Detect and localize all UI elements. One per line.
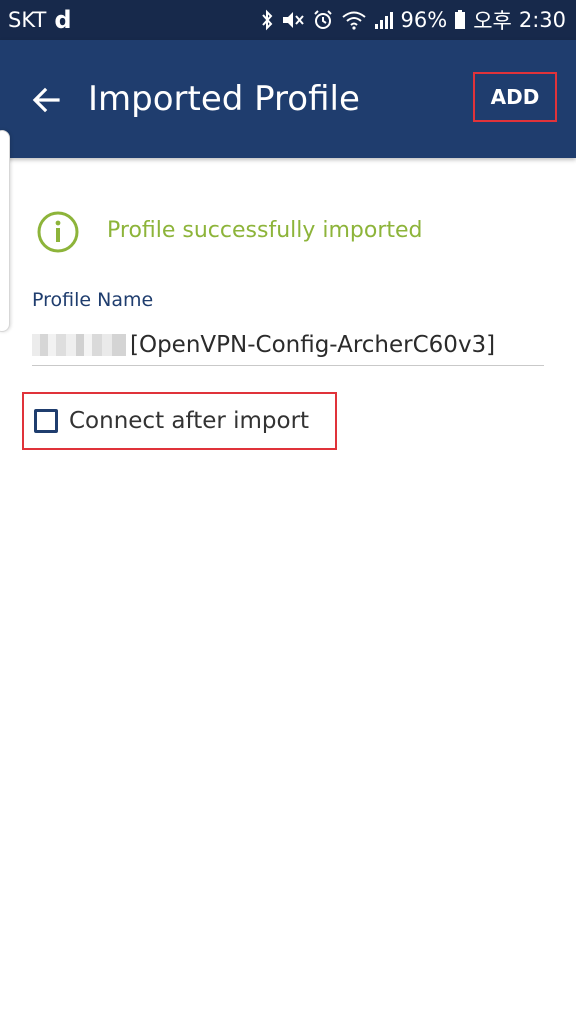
status-bar-right: 96% 오후 2:30 xyxy=(260,5,566,35)
signal-icon xyxy=(374,9,394,31)
bluetooth-icon xyxy=(260,9,274,31)
page-title: Imported Profile xyxy=(88,79,360,119)
mute-icon xyxy=(281,9,305,31)
profile-name-value: [OpenVPN-Config-ArcherC60v3] xyxy=(130,331,496,358)
connect-after-import-checkbox-row[interactable]: Connect after import xyxy=(22,392,337,450)
battery-percent: 96% xyxy=(400,8,448,32)
info-icon xyxy=(36,210,80,254)
battery-icon xyxy=(454,9,466,31)
clock-time: 2:30 xyxy=(518,8,566,32)
success-message-row: Profile successfully imported xyxy=(36,210,423,254)
arrow-left-icon xyxy=(31,85,61,115)
add-button[interactable]: ADD xyxy=(473,72,557,122)
connect-after-import-label: Connect after import xyxy=(69,408,310,434)
success-message: Profile successfully imported xyxy=(107,218,423,243)
status-bar-left: SKT d xyxy=(8,6,72,34)
drawer-handle[interactable] xyxy=(0,130,10,332)
back-button[interactable] xyxy=(24,78,68,122)
time-ampm: 오후 xyxy=(473,9,512,33)
wifi-icon xyxy=(341,9,367,31)
carrier-badge: d xyxy=(54,6,72,34)
app-bar: Imported Profile ADD xyxy=(0,40,576,158)
profile-name-field[interactable]: [OpenVPN-Config-ArcherC60v3] xyxy=(32,324,544,366)
redacted-text xyxy=(32,333,126,356)
alarm-icon xyxy=(312,9,334,31)
status-bar: SKT d 96% 오후 2:30 xyxy=(0,0,576,40)
connect-after-import-checkbox[interactable] xyxy=(34,409,58,433)
profile-name-label: Profile Name xyxy=(32,289,154,311)
carrier-name: SKT xyxy=(8,8,47,32)
